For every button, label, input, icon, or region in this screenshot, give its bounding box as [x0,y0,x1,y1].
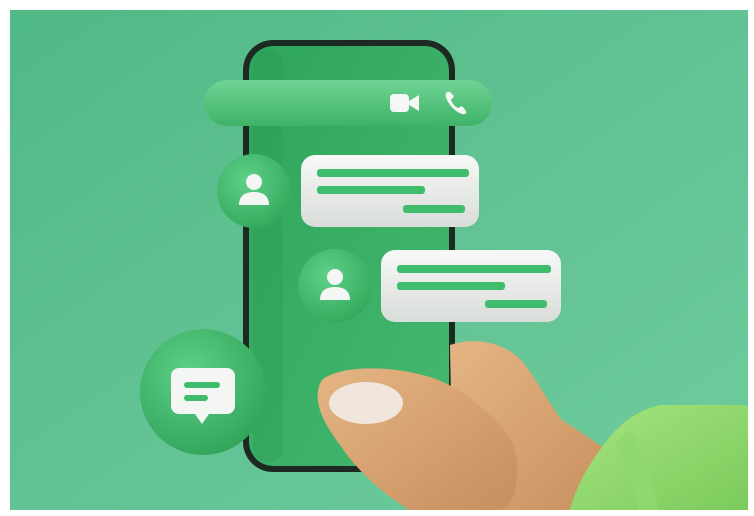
message-bubble-2[interactable] [381,250,561,322]
new-chat-button[interactable] [139,328,267,456]
message-bubble-1-shape [301,155,479,227]
pointing-hand [317,341,754,516]
call-header-bar [204,80,492,126]
contact-avatar-2[interactable] [297,248,373,324]
chat-bubble-icon [140,329,266,455]
user-silhouette-icon [217,154,291,228]
message-bubble-1[interactable] [301,155,479,227]
scene [0,0,754,516]
contact-avatar-1[interactable] [216,153,292,229]
phone-handset-icon[interactable] [444,90,468,116]
video-camera-icon[interactable] [389,92,421,114]
message-bubble-2-shape [381,250,561,322]
user-silhouette-icon [298,249,372,323]
